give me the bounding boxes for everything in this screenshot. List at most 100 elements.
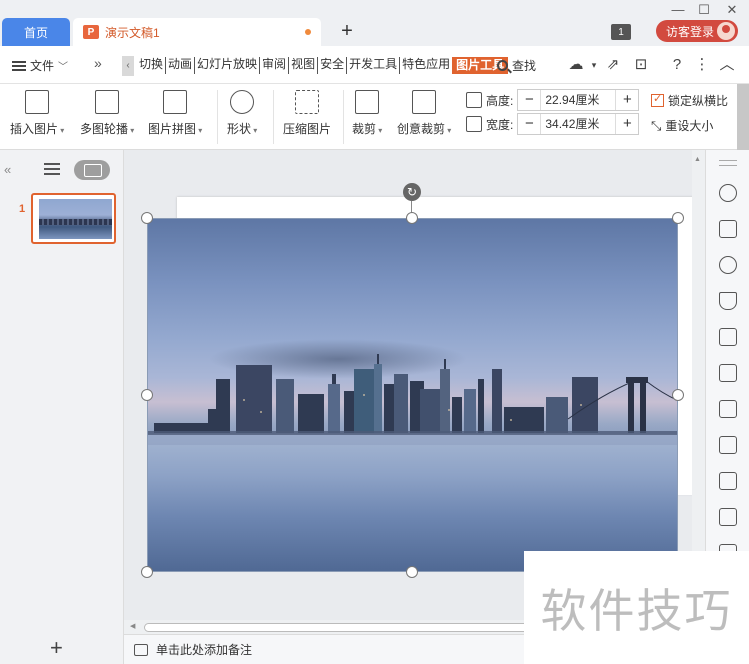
- slide-number: 1: [19, 203, 26, 215]
- new-tab-button[interactable]: +: [336, 20, 358, 42]
- tab-developer[interactable]: 开发工具: [346, 57, 399, 74]
- ribbon-toolbar: 插入图片 多图轮播 图片拼图 形状 压缩图片 裁剪 创意裁剪 高度: − 22.…: [0, 84, 749, 150]
- resize-handle-bottom-left[interactable]: [141, 566, 153, 578]
- effects-icon[interactable]: [719, 292, 737, 310]
- width-input[interactable]: 34.42厘米: [540, 114, 617, 134]
- carousel-icon: [95, 90, 120, 114]
- crop-button[interactable]: 裁剪: [352, 90, 382, 137]
- outline-view-icon[interactable]: [44, 163, 60, 175]
- width-increase-button[interactable]: +: [616, 114, 638, 134]
- width-stepper[interactable]: − 34.42厘米 +: [517, 113, 640, 135]
- window-count-badge[interactable]: 1: [611, 24, 631, 40]
- width-label: 宽度:: [486, 117, 514, 132]
- multi-carousel-button[interactable]: 多图轮播: [80, 90, 134, 137]
- tab-slideshow[interactable]: 幻灯片放映: [194, 57, 259, 74]
- more-options-icon[interactable]: ⋮: [693, 56, 711, 74]
- tab-home[interactable]: 首页: [2, 18, 70, 46]
- picture-icon: [25, 90, 50, 114]
- compress-icon: [295, 90, 319, 114]
- insert-picture-button[interactable]: 插入图片: [10, 90, 64, 137]
- compress-picture-button[interactable]: 压缩图片: [283, 90, 331, 137]
- horizontal-scroll-thumb[interactable]: [144, 623, 544, 632]
- search-button[interactable]: 查找: [497, 57, 536, 74]
- file-menu-label: 文件: [30, 59, 55, 73]
- document-title: 演示文稿1: [105, 25, 160, 40]
- resize-handle-top[interactable]: [406, 212, 418, 224]
- creative-crop-icon: [412, 90, 437, 114]
- help-icon[interactable]: ?: [668, 56, 686, 74]
- sidebar-grip-icon[interactable]: [719, 160, 737, 166]
- slide-thumbnail[interactable]: [31, 193, 116, 244]
- height-stepper[interactable]: − 22.94厘米 +: [517, 89, 640, 111]
- resize-handle-bottom[interactable]: [406, 566, 418, 578]
- adjust-icon[interactable]: [719, 436, 737, 454]
- replace-icon[interactable]: [719, 220, 737, 238]
- chevron-down-icon: ﹀: [58, 62, 69, 73]
- lock-aspect-checkbox[interactable]: [651, 92, 664, 107]
- scroll-left-icon[interactable]: ‹: [122, 56, 134, 76]
- search-label: 查找: [512, 59, 537, 73]
- height-icon: [466, 92, 482, 108]
- export-icon[interactable]: [719, 508, 737, 526]
- visitor-login-button[interactable]: 访客登录: [656, 20, 738, 42]
- height-decrease-button[interactable]: −: [518, 90, 540, 110]
- reset-size-button[interactable]: ⤡ 重设大小: [651, 117, 713, 134]
- close-icon[interactable]: ✕: [724, 2, 740, 18]
- share-icon[interactable]: ⇗: [604, 56, 622, 74]
- chart-icon[interactable]: [719, 400, 737, 418]
- table-icon[interactable]: [719, 328, 737, 346]
- collapse-panel-icon[interactable]: «: [4, 162, 11, 177]
- notes-placeholder[interactable]: 单击此处添加备注: [156, 641, 252, 658]
- tab-review[interactable]: 审阅: [259, 57, 288, 74]
- file-menu[interactable]: 文件 ﹀: [12, 57, 68, 74]
- resize-handle-top-right[interactable]: [672, 212, 684, 224]
- notes-icon: [134, 643, 148, 656]
- creative-crop-button[interactable]: 创意裁剪: [397, 90, 451, 137]
- tab-featured-apps[interactable]: 特色应用: [399, 57, 452, 74]
- tab-security[interactable]: 安全: [317, 57, 346, 74]
- collapse-ribbon-icon[interactable]: ︿: [718, 56, 736, 74]
- tab-document[interactable]: P 演示文稿1: [73, 18, 321, 46]
- ribbon-divider: [273, 90, 274, 144]
- cloud-sync-icon[interactable]: ☁: [567, 56, 585, 74]
- reset-size-icon: ⤡: [651, 117, 662, 133]
- menu-bar: 文件 ﹀ » ‹ 切换 动画 幻灯片放映 审阅 视图 安全 开发工具 特色应用 …: [0, 46, 749, 84]
- resize-handle-right[interactable]: [672, 389, 684, 401]
- selected-picture[interactable]: [147, 218, 678, 572]
- star-icon[interactable]: [719, 184, 737, 202]
- resize-handle-left[interactable]: [141, 389, 153, 401]
- resize-handle-top-left[interactable]: [141, 212, 153, 224]
- picture-collage-button[interactable]: 图片拼图: [148, 90, 202, 137]
- ribbon-scroll-right[interactable]: [737, 84, 749, 150]
- multi-carousel-label: 多图轮播: [80, 120, 134, 137]
- height-control: 高度: − 22.94厘米 +: [466, 89, 640, 111]
- picture-format-icon[interactable]: [719, 472, 737, 490]
- grid-icon[interactable]: [719, 364, 737, 382]
- tab-view[interactable]: 视图: [288, 57, 317, 74]
- vertical-scrollbar[interactable]: [692, 150, 705, 620]
- width-decrease-button[interactable]: −: [518, 114, 540, 134]
- height-input[interactable]: 22.94厘米: [540, 90, 617, 110]
- width-control: 宽度: − 34.42厘米 +: [466, 113, 640, 135]
- collaborate-icon[interactable]: ⊡: [632, 56, 650, 74]
- minimize-icon[interactable]: —: [670, 2, 686, 17]
- height-increase-button[interactable]: +: [616, 90, 638, 110]
- shape-label: 形状: [227, 120, 257, 137]
- slide-panel: « 1 +: [0, 150, 124, 664]
- insert-picture-label: 插入图片: [10, 120, 64, 137]
- tab-transition[interactable]: 切换: [137, 57, 165, 74]
- lock-aspect-ratio[interactable]: 锁定纵横比: [651, 92, 728, 109]
- more-menus-button[interactable]: »: [94, 55, 102, 71]
- ribbon-tabs: 切换 动画 幻灯片放映 审阅 视图 安全 开发工具 特色应用 图片工具: [137, 57, 509, 74]
- slide-view-toggle[interactable]: [74, 160, 110, 180]
- maximize-icon[interactable]: ☐: [696, 2, 712, 18]
- rotate-handle-icon[interactable]: ↻: [403, 183, 421, 201]
- ribbon-divider: [217, 90, 218, 144]
- shape-fill-icon[interactable]: [719, 256, 737, 274]
- height-label: 高度:: [486, 93, 514, 108]
- add-slide-button[interactable]: +: [50, 635, 63, 661]
- cloud-dropdown-icon[interactable]: ▾: [585, 56, 603, 74]
- tab-animation[interactable]: 动画: [165, 57, 194, 74]
- shape-button[interactable]: 形状: [227, 90, 257, 137]
- hamburger-icon: [12, 60, 26, 71]
